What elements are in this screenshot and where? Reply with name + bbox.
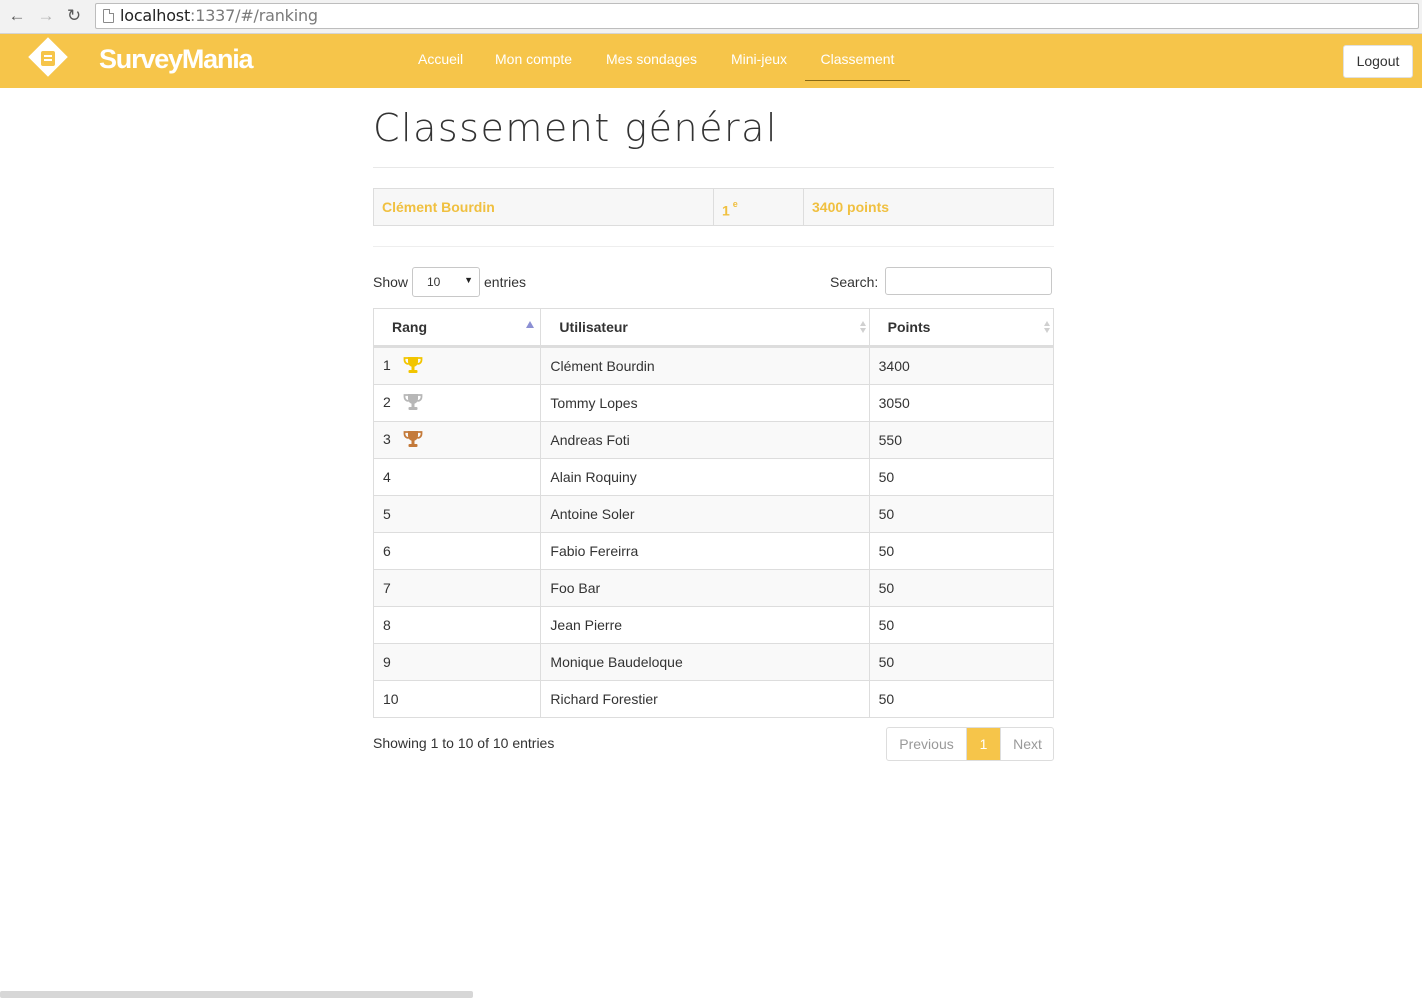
points-cell: 50 xyxy=(868,643,1055,681)
rank-cell: 4 xyxy=(372,458,542,496)
gold-trophy-icon xyxy=(403,356,423,377)
points-cell: 50 xyxy=(868,680,1055,718)
page-1-button[interactable]: 1 xyxy=(967,728,1000,760)
url-text: localhost:1337/#/ranking xyxy=(120,6,318,25)
rank-number: 5 xyxy=(383,506,391,522)
rank-cell: 8 xyxy=(372,606,542,644)
user-cell: Tommy Lopes xyxy=(540,384,870,422)
divider xyxy=(373,167,1054,168)
table-row: 2 Tommy Lopes 3050 xyxy=(372,384,1055,422)
user-cell: Andreas Foti xyxy=(540,421,870,459)
ranking-table: Rang Utilisateur Points 1 Clément Bourdin… xyxy=(372,308,1055,718)
search-label: Search: xyxy=(830,274,879,290)
rank-cell: 1 xyxy=(372,346,542,385)
nav-item-mini-jeux[interactable]: Mini-jeux xyxy=(731,34,787,80)
rank-number: 8 xyxy=(383,617,391,633)
address-bar[interactable]: localhost:1337/#/ranking xyxy=(95,3,1419,29)
user-cell: Jean Pierre xyxy=(540,606,870,644)
next-page-button[interactable]: Next xyxy=(1000,728,1053,760)
rank-number: 9 xyxy=(383,654,391,670)
user-cell: Antoine Soler xyxy=(540,495,870,533)
entries-label: entries xyxy=(484,274,527,290)
clipboard-icon xyxy=(41,51,55,66)
table-row: 4 Alain Roquiny 50 xyxy=(372,458,1055,496)
table-row: 9 Monique Baudeloque 50 xyxy=(372,643,1055,681)
points-cell: 550 xyxy=(868,421,1055,459)
my-rank-summary: Clément Bourdin 1e 3400 points xyxy=(373,188,1054,226)
points-cell: 3400 xyxy=(868,346,1055,385)
rank-number: 1 xyxy=(383,356,391,373)
horizontal-scrollbar[interactable] xyxy=(0,991,473,998)
nav-item-classement[interactable]: Classement xyxy=(805,34,910,81)
rank-cell: 7 xyxy=(372,569,542,607)
points-cell: 50 xyxy=(868,495,1055,533)
rank-cell: 3 xyxy=(372,421,542,459)
navbar: SurveyMania Accueil Mon compte Mes sonda… xyxy=(0,34,1422,88)
rank-cell: 6 xyxy=(372,532,542,570)
browser-toolbar: ← → ↻ localhost:1337/#/ranking xyxy=(0,0,1422,34)
column-header-points[interactable]: Points xyxy=(868,308,1055,348)
reload-icon[interactable]: ↻ xyxy=(64,6,84,26)
table-row: 8 Jean Pierre 50 xyxy=(372,606,1055,644)
rank-number: 7 xyxy=(383,580,391,596)
user-cell: Alain Roquiny xyxy=(540,458,870,496)
nav-item-mon-compte[interactable]: Mon compte xyxy=(495,34,572,80)
previous-page-button[interactable]: Previous xyxy=(887,728,967,760)
sort-ascending-icon xyxy=(526,321,535,328)
points-cell: 50 xyxy=(868,458,1055,496)
user-cell: Richard Forestier xyxy=(540,680,870,718)
user-cell: Monique Baudeloque xyxy=(540,643,870,681)
table-row: 3 Andreas Foti 550 xyxy=(372,421,1055,459)
rank-number: 10 xyxy=(383,691,399,707)
page-title: Classement général xyxy=(373,106,778,150)
my-rank-position: 1e xyxy=(714,189,804,225)
column-header-utilisateur[interactable]: Utilisateur xyxy=(540,308,870,348)
user-cell: Clément Bourdin xyxy=(540,346,870,385)
pagination: Previous 1 Next xyxy=(886,727,1054,761)
points-cell: 50 xyxy=(868,606,1055,644)
forward-arrow-icon[interactable]: → xyxy=(36,6,56,26)
rank-cell: 5 xyxy=(372,495,542,533)
nav-item-accueil[interactable]: Accueil xyxy=(418,34,463,80)
column-header-rang[interactable]: Rang xyxy=(372,308,542,348)
rank-number: 4 xyxy=(383,469,391,485)
user-cell: Fabio Fereirra xyxy=(540,532,870,570)
table-row: 10 Richard Forestier 50 xyxy=(372,680,1055,718)
points-cell: 50 xyxy=(868,532,1055,570)
bronze-trophy-icon xyxy=(403,430,423,451)
show-label: Show xyxy=(373,274,409,290)
points-cell: 50 xyxy=(868,569,1055,607)
back-arrow-icon[interactable]: ← xyxy=(7,6,27,26)
rank-cell: 10 xyxy=(372,680,542,718)
my-rank-points: 3400 points xyxy=(812,199,890,215)
rank-number: 2 xyxy=(383,393,391,410)
search-input[interactable] xyxy=(885,267,1052,295)
silver-trophy-icon xyxy=(403,393,423,414)
table-row: 7 Foo Bar 50 xyxy=(372,569,1055,607)
rank-cell: 9 xyxy=(372,643,542,681)
logout-button[interactable]: Logout xyxy=(1343,45,1413,78)
rank-number: 6 xyxy=(383,543,391,559)
brand-name[interactable]: SurveyMania xyxy=(99,44,254,75)
user-cell: Foo Bar xyxy=(540,569,870,607)
table-row: 6 Fabio Fereirra 50 xyxy=(372,532,1055,570)
rank-cell: 2 xyxy=(372,384,542,422)
dropdown-caret-icon: ▼ xyxy=(464,275,473,285)
divider xyxy=(373,246,1054,247)
nav-item-mes-sondages[interactable]: Mes sondages xyxy=(606,34,697,80)
points-cell: 3050 xyxy=(868,384,1055,422)
rank-number: 3 xyxy=(383,430,391,447)
my-rank-name: Clément Bourdin xyxy=(374,189,714,225)
table-row: 5 Antoine Soler 50 xyxy=(372,495,1055,533)
table-info: Showing 1 to 10 of 10 entries xyxy=(373,735,555,751)
entries-per-page-select[interactable]: 10 ▼ xyxy=(412,267,480,297)
page-icon xyxy=(103,9,114,23)
table-row: 1 Clément Bourdin 3400 xyxy=(372,346,1055,385)
